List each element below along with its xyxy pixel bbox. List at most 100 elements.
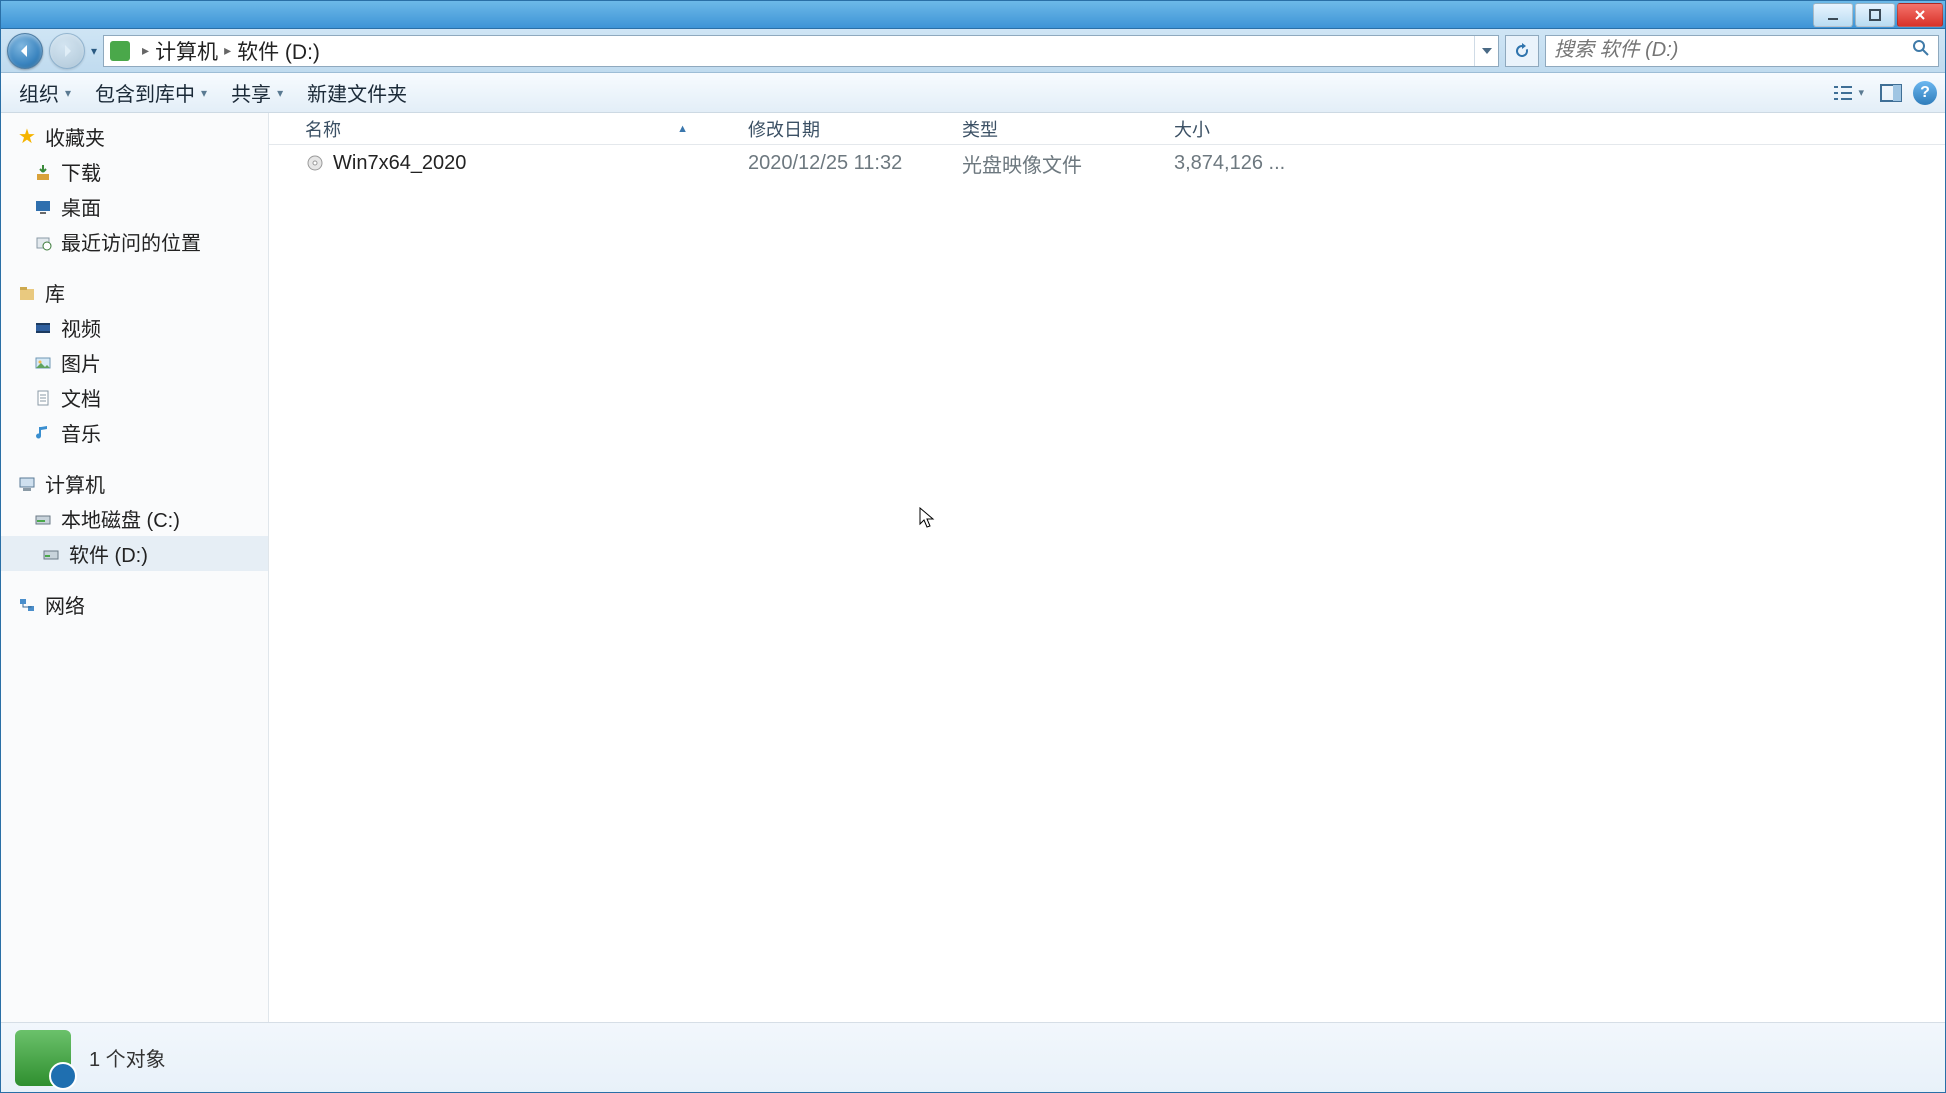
breadcrumb-computer[interactable]: 计算机: [155, 36, 218, 66]
sidebar-item-label: 图片: [61, 348, 101, 377]
sidebar-item-music[interactable]: 音乐: [1, 415, 268, 450]
column-headers: 名称 ▲ 修改日期 类型 大小: [269, 113, 1945, 145]
network-icon: [17, 595, 37, 615]
sidebar-item-videos[interactable]: 视频: [1, 310, 268, 345]
sidebar-item-label: 网络: [45, 590, 85, 619]
sidebar-item-desktop[interactable]: 桌面: [1, 189, 268, 224]
disk-icon: [33, 509, 53, 529]
sidebar-item-label: 音乐: [61, 418, 101, 447]
chevron-down-icon: ▾: [65, 86, 71, 100]
preview-pane-button[interactable]: [1877, 79, 1905, 107]
back-button[interactable]: [7, 33, 43, 69]
sidebar-item-downloads[interactable]: 下载: [1, 154, 268, 189]
breadcrumb-sep-icon: ▸: [224, 42, 231, 59]
sidebar-item-label: 软件 (D:): [69, 539, 148, 568]
column-header-size[interactable]: 大小: [1164, 116, 1304, 142]
location-icon: [110, 41, 130, 61]
toolbar-label: 包含到库中: [95, 78, 195, 107]
toolbar: 组织 ▾ 包含到库中 ▾ 共享 ▾ 新建文件夹 ▾ ?: [1, 73, 1945, 113]
file-modified: 2020/12/25 11:32: [748, 152, 902, 175]
content-area: 名称 ▲ 修改日期 类型 大小 Win7x64_2020 2020/12/25 …: [269, 113, 1945, 1022]
file-row[interactable]: Win7x64_2020 2020/12/25 11:32 光盘映像文件 3,8…: [269, 145, 1945, 181]
chevron-down-icon: ▾: [1858, 86, 1864, 99]
network-group: 网络: [1, 587, 268, 622]
sidebar-item-documents[interactable]: 文档: [1, 380, 268, 415]
sidebar-item-pictures[interactable]: 图片: [1, 345, 268, 380]
drive-large-icon: [15, 1030, 71, 1086]
organize-menu[interactable]: 组织 ▾: [9, 74, 81, 111]
file-type: 光盘映像文件: [962, 149, 1082, 178]
toolbar-label: 新建文件夹: [307, 78, 407, 107]
sidebar-item-computer[interactable]: 计算机: [1, 466, 268, 501]
music-icon: [33, 423, 53, 443]
sidebar-item-favorites[interactable]: ★ 收藏夹: [1, 119, 268, 154]
file-name: Win7x64_2020: [333, 152, 466, 175]
cursor-icon: [919, 507, 937, 529]
sidebar-item-label: 库: [45, 278, 65, 307]
iso-file-icon: [305, 153, 325, 173]
recent-locations-dropdown-icon[interactable]: ▾: [91, 44, 97, 58]
help-button[interactable]: ?: [1913, 81, 1937, 105]
search-box[interactable]: [1545, 35, 1939, 67]
sidebar-item-label: 最近访问的位置: [61, 227, 201, 256]
sidebar-item-label: 收藏夹: [45, 122, 105, 151]
toolbar-label: 组织: [19, 78, 59, 107]
search-icon: [1912, 39, 1930, 62]
favorites-group: ★ 收藏夹 下载 桌面 最近访问的位置: [1, 119, 268, 259]
column-header-modified[interactable]: 修改日期: [738, 116, 952, 142]
sidebar-item-libraries[interactable]: 库: [1, 275, 268, 310]
search-input[interactable]: [1554, 39, 1912, 62]
recent-icon: [33, 232, 53, 252]
download-icon: [33, 162, 53, 182]
sidebar-item-label: 计算机: [45, 469, 105, 498]
status-text: 1 个对象: [89, 1043, 166, 1072]
sidebar-item-recent[interactable]: 最近访问的位置: [1, 224, 268, 259]
disk-icon: [41, 544, 61, 564]
column-label: 大小: [1174, 120, 1210, 140]
chevron-down-icon: ▾: [277, 86, 283, 100]
navigation-pane[interactable]: ★ 收藏夹 下载 桌面 最近访问的位置: [1, 113, 269, 1022]
include-in-library-menu[interactable]: 包含到库中 ▾: [85, 74, 217, 111]
sidebar-item-label: 桌面: [61, 192, 101, 221]
explorer-window: ▾ ▸ 计算机 ▸ 软件 (D:) 组织 ▾ 包含到库中: [0, 0, 1946, 1093]
address-bar[interactable]: ▸ 计算机 ▸ 软件 (D:): [103, 35, 1499, 67]
share-menu[interactable]: 共享 ▾: [221, 74, 293, 111]
close-button[interactable]: [1897, 3, 1943, 27]
column-label: 名称: [305, 116, 341, 142]
address-dropdown-icon[interactable]: [1474, 36, 1498, 66]
column-label: 类型: [962, 120, 998, 140]
computer-group: 计算机 本地磁盘 (C:) 软件 (D:): [1, 466, 268, 571]
computer-icon: [17, 474, 37, 494]
navigation-bar: ▾ ▸ 计算机 ▸ 软件 (D:): [1, 29, 1945, 73]
forward-button[interactable]: [49, 33, 85, 69]
breadcrumb-sep-icon: ▸: [142, 42, 149, 59]
column-header-type[interactable]: 类型: [952, 116, 1164, 142]
desktop-icon: [33, 197, 53, 217]
toolbar-label: 共享: [231, 78, 271, 107]
empty-area[interactable]: [269, 181, 1945, 1022]
titlebar: [1, 1, 1945, 29]
view-options-button[interactable]: ▾: [1827, 81, 1869, 105]
video-icon: [33, 318, 53, 338]
column-header-name[interactable]: 名称 ▲: [295, 116, 738, 142]
new-folder-button[interactable]: 新建文件夹: [297, 74, 417, 111]
picture-icon: [33, 353, 53, 373]
minimize-button[interactable]: [1813, 3, 1853, 27]
sidebar-item-network[interactable]: 网络: [1, 587, 268, 622]
maximize-button[interactable]: [1855, 3, 1895, 27]
column-label: 修改日期: [748, 120, 820, 140]
breadcrumb-current[interactable]: 软件 (D:): [237, 36, 320, 66]
libraries-group: 库 视频 图片 文档 音乐: [1, 275, 268, 450]
sidebar-item-label: 文档: [61, 383, 101, 412]
file-size: 3,874,126 ...: [1174, 152, 1285, 175]
refresh-button[interactable]: [1505, 35, 1539, 67]
sidebar-item-disk-c[interactable]: 本地磁盘 (C:): [1, 501, 268, 536]
sidebar-item-disk-d[interactable]: 软件 (D:): [1, 536, 268, 571]
library-icon: [17, 283, 37, 303]
sidebar-item-label: 本地磁盘 (C:): [61, 504, 180, 533]
status-bar: 1 个对象: [1, 1022, 1945, 1092]
sidebar-item-label: 视频: [61, 313, 101, 342]
body: ★ 收藏夹 下载 桌面 最近访问的位置: [1, 113, 1945, 1022]
star-icon: ★: [17, 127, 37, 147]
chevron-down-icon: ▾: [201, 86, 207, 100]
